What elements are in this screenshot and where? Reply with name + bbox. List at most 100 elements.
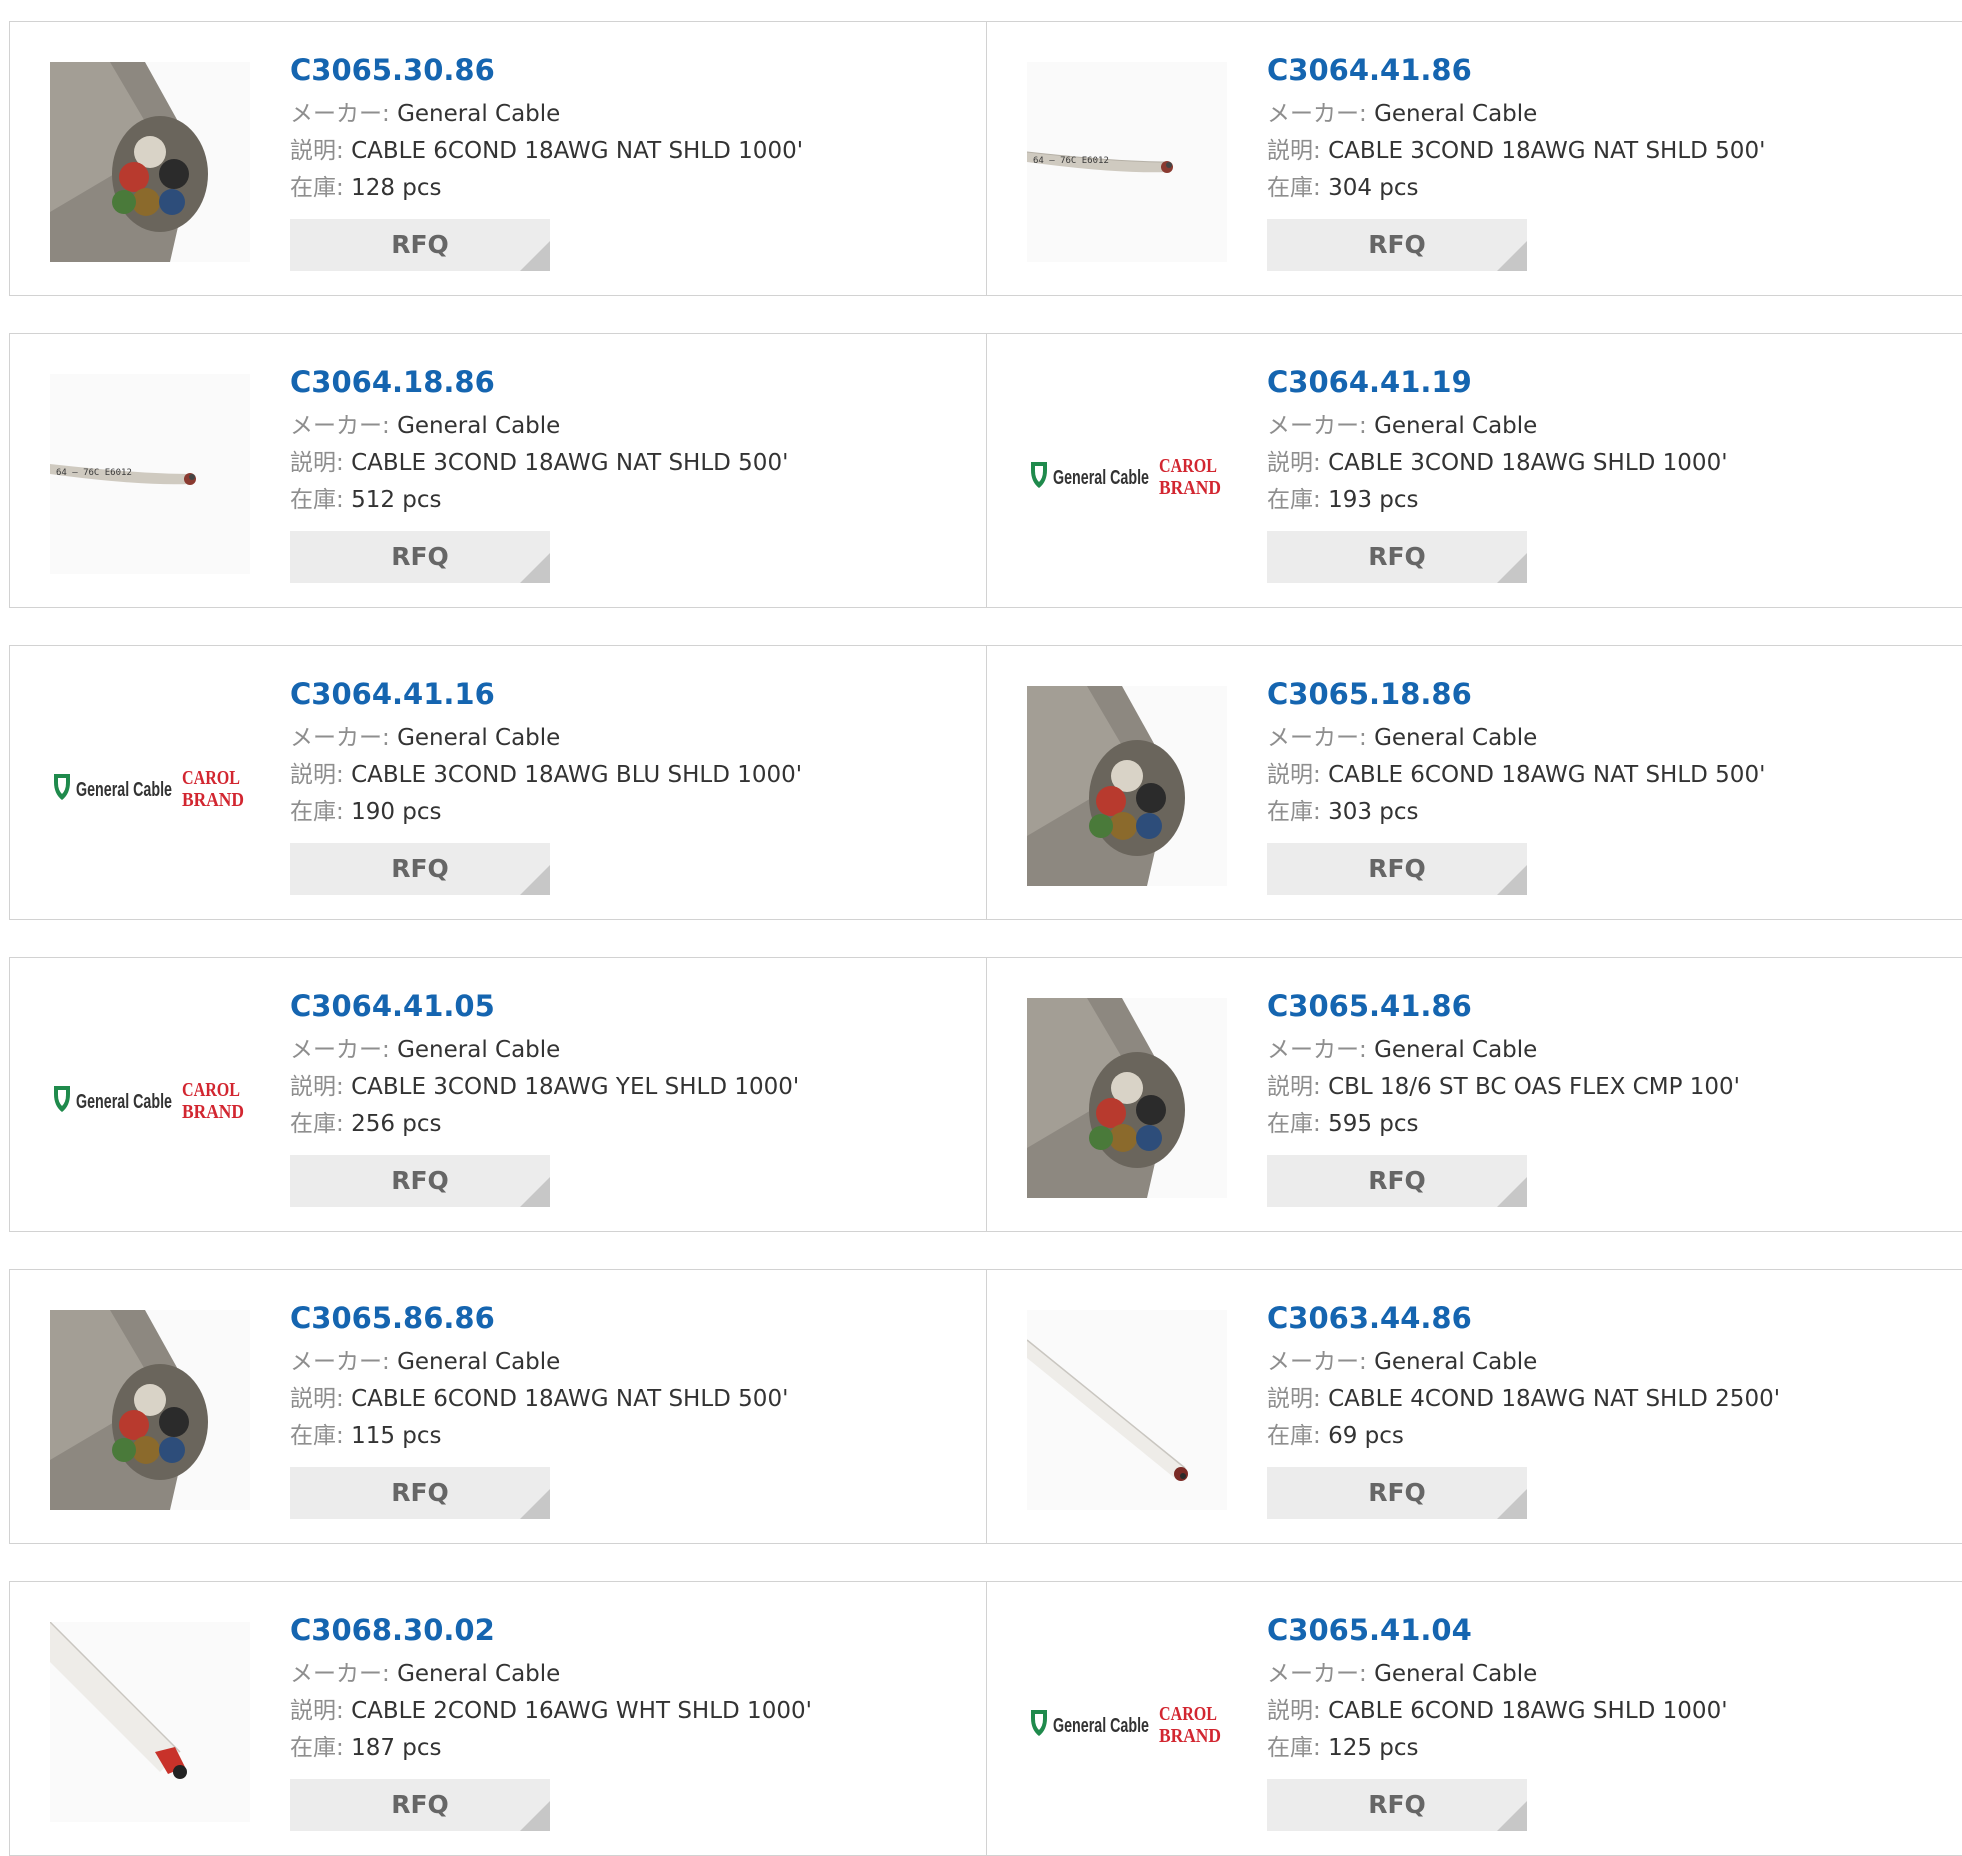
maker-value: General Cable: [1374, 101, 1538, 127]
general-cable-logo[interactable]: General Cable CAROL BRAND: [1027, 1622, 1227, 1822]
cable-end-multi-icon[interactable]: [1027, 998, 1227, 1198]
general-cable-logo[interactable]: General Cable CAROL BRAND: [1027, 374, 1227, 574]
product-part-number-link[interactable]: C3068.30.02: [290, 1610, 812, 1650]
stock-label: 在庫:: [1267, 1735, 1321, 1761]
stock-row: 在庫: 128 pcs: [290, 170, 803, 207]
description-label: 説明:: [290, 450, 344, 476]
maker-label: メーカー:: [290, 1349, 390, 1375]
corner-triangle-icon: [1497, 1489, 1527, 1519]
product-part-number-link[interactable]: C3064.41.86: [1267, 50, 1765, 90]
cable-end-multi-icon[interactable]: [50, 62, 250, 262]
rfq-button[interactable]: RFQ: [290, 1779, 550, 1831]
rfq-button[interactable]: RFQ: [290, 843, 550, 895]
description-value: CABLE 3COND 18AWG YEL SHLD 1000': [351, 1074, 800, 1100]
cable-end-multi-icon[interactable]: [50, 1310, 250, 1510]
maker-label: メーカー:: [1267, 725, 1367, 751]
corner-triangle-icon: [520, 1801, 550, 1831]
product-card: General Cable CAROL BRAND C3064.41.16 メー…: [9, 645, 989, 920]
product-grid: C3065.30.86 メーカー: General Cable 説明: CABL…: [0, 0, 1962, 1856]
rfq-button[interactable]: RFQ: [1267, 219, 1527, 271]
rfq-label: RFQ: [1368, 854, 1426, 883]
rfq-button[interactable]: RFQ: [1267, 1467, 1527, 1519]
rfq-button[interactable]: RFQ: [1267, 1155, 1527, 1207]
stock-label: 在庫:: [1267, 1111, 1321, 1137]
maker-row: メーカー: General Cable: [290, 96, 803, 133]
product-card: C3068.30.02 メーカー: General Cable 説明: CABL…: [9, 1581, 989, 1856]
rfq-label: RFQ: [391, 1166, 449, 1195]
description-value: CABLE 6COND 18AWG SHLD 1000': [1328, 1698, 1728, 1724]
description-value: CBL 18/6 ST BC OAS FLEX CMP 100': [1328, 1074, 1740, 1100]
stock-label: 在庫:: [290, 1735, 344, 1761]
product-part-number-link[interactable]: C3065.41.86: [1267, 986, 1740, 1026]
product-part-number-link[interactable]: C3064.41.05: [290, 986, 799, 1026]
stock-row: 在庫: 115 pcs: [290, 1418, 788, 1455]
maker-value: General Cable: [1374, 413, 1538, 439]
svg-text:CAROL: CAROL: [1159, 455, 1217, 477]
rfq-button[interactable]: RFQ: [1267, 531, 1527, 583]
svg-text:General Cable: General Cable: [76, 1091, 172, 1113]
description-label: 説明:: [1267, 1698, 1321, 1724]
svg-text:General Cable: General Cable: [1053, 1715, 1149, 1737]
maker-value: General Cable: [1374, 1037, 1538, 1063]
product-part-number-link[interactable]: C3064.18.86: [290, 362, 788, 402]
description-row: 説明: CABLE 6COND 18AWG SHLD 1000': [1267, 1693, 1728, 1730]
description-row: 説明: CABLE 3COND 18AWG BLU SHLD 1000': [290, 757, 802, 794]
product-part-number-link[interactable]: C3064.41.16: [290, 674, 802, 714]
rfq-button[interactable]: RFQ: [290, 219, 550, 271]
stock-label: 在庫:: [1267, 799, 1321, 825]
maker-label: メーカー:: [290, 725, 390, 751]
description-row: 説明: CABLE 6COND 18AWG NAT SHLD 1000': [290, 133, 803, 170]
stock-value: 304 pcs: [1328, 175, 1419, 201]
description-row: 説明: CABLE 3COND 18AWG NAT SHLD 500': [290, 445, 788, 482]
description-value: CABLE 6COND 18AWG NAT SHLD 1000': [351, 138, 804, 164]
cable-white-diagonal-icon[interactable]: [1027, 1310, 1227, 1510]
description-row: 説明: CABLE 2COND 16AWG WHT SHLD 1000': [290, 1693, 812, 1730]
stock-value: 193 pcs: [1328, 487, 1419, 513]
maker-value: General Cable: [397, 1037, 561, 1063]
rfq-label: RFQ: [1368, 1478, 1426, 1507]
rfq-button[interactable]: RFQ: [290, 531, 550, 583]
cable-thin-printed-icon[interactable]: 64 — 76C E6012: [50, 374, 250, 574]
general-cable-logo[interactable]: General Cable CAROL BRAND: [50, 998, 250, 1198]
maker-label: メーカー:: [290, 1661, 390, 1687]
description-row: 説明: CABLE 6COND 18AWG NAT SHLD 500': [290, 1381, 788, 1418]
description-value: CABLE 2COND 16AWG WHT SHLD 1000': [351, 1698, 812, 1724]
stock-row: 在庫: 69 pcs: [1267, 1418, 1780, 1455]
cable-end-multi-icon[interactable]: [1027, 686, 1227, 886]
rfq-button[interactable]: RFQ: [1267, 1779, 1527, 1831]
product-part-number-link[interactable]: C3065.18.86: [1267, 674, 1765, 714]
corner-triangle-icon: [1497, 1177, 1527, 1207]
maker-row: メーカー: General Cable: [1267, 1656, 1728, 1693]
rfq-button[interactable]: RFQ: [290, 1155, 550, 1207]
product-part-number-link[interactable]: C3063.44.86: [1267, 1298, 1780, 1338]
maker-row: メーカー: General Cable: [290, 1656, 812, 1693]
corner-triangle-icon: [1497, 241, 1527, 271]
stock-value: 256 pcs: [351, 1111, 442, 1137]
description-label: 説明:: [290, 1386, 344, 1412]
product-part-number-link[interactable]: C3065.41.04: [1267, 1610, 1728, 1650]
maker-row: メーカー: General Cable: [1267, 720, 1765, 757]
product-card: General Cable CAROL BRAND C3064.41.05 メー…: [9, 957, 989, 1232]
maker-label: メーカー:: [290, 413, 390, 439]
maker-row: メーカー: General Cable: [1267, 408, 1728, 445]
description-value: CABLE 6COND 18AWG NAT SHLD 500': [351, 1386, 789, 1412]
product-part-number-link[interactable]: C3065.30.86: [290, 50, 803, 90]
maker-row: メーカー: General Cable: [1267, 1032, 1740, 1069]
stock-label: 在庫:: [1267, 1423, 1321, 1449]
cable-thin-printed-icon[interactable]: 64 — 76C E6012: [1027, 62, 1227, 262]
maker-value: General Cable: [1374, 1661, 1538, 1687]
stock-row: 在庫: 187 pcs: [290, 1730, 812, 1767]
description-label: 説明:: [290, 138, 344, 164]
corner-triangle-icon: [1497, 553, 1527, 583]
svg-text:General Cable: General Cable: [1053, 467, 1149, 489]
product-part-number-link[interactable]: C3064.41.19: [1267, 362, 1728, 402]
maker-label: メーカー:: [1267, 1349, 1367, 1375]
product-card: C3065.18.86 メーカー: General Cable 説明: CABL…: [986, 645, 1962, 920]
description-label: 説明:: [1267, 138, 1321, 164]
cable-white-diagonal-icon[interactable]: [50, 1622, 250, 1822]
rfq-button[interactable]: RFQ: [290, 1467, 550, 1519]
rfq-button[interactable]: RFQ: [1267, 843, 1527, 895]
product-part-number-link[interactable]: C3065.86.86: [290, 1298, 788, 1338]
general-cable-logo[interactable]: General Cable CAROL BRAND: [50, 686, 250, 886]
rfq-label: RFQ: [391, 1478, 449, 1507]
